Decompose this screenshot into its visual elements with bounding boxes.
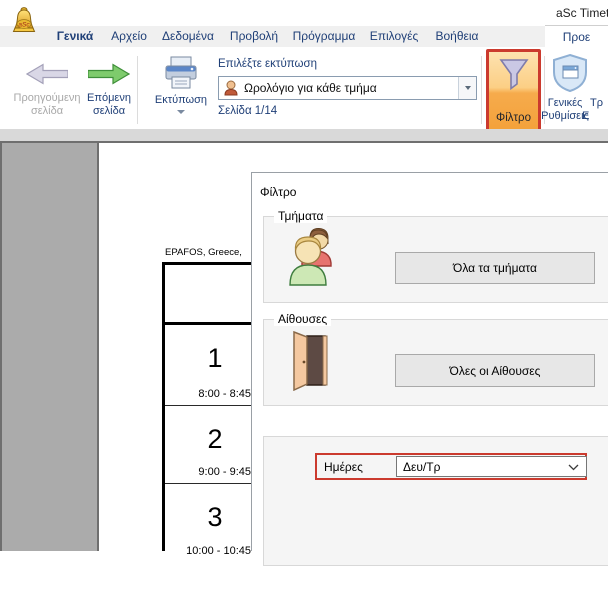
period-time: 9:00 - 9:45 xyxy=(198,466,251,478)
page-indicator: Σελίδα 1/14 xyxy=(218,105,277,117)
title-bar: aSc Timeta xyxy=(0,0,608,26)
content-left-border xyxy=(0,143,2,551)
period-row-2: 2 9:00 - 9:45 xyxy=(165,406,265,484)
filter-label: Φίλτρο xyxy=(496,112,531,124)
toolbar-separator xyxy=(481,56,482,124)
period-number: 3 xyxy=(165,484,265,533)
tab-programma[interactable]: Πρόγραμμα xyxy=(288,26,360,47)
classes-groupbox: Τμήματα Όλα τα τμήματα xyxy=(263,216,608,303)
all-classes-button[interactable]: Όλα τα τμήματα xyxy=(395,252,595,284)
days-combobox[interactable]: Δευ/Τρ xyxy=(396,456,587,477)
rooms-group-label: Αίθουσες xyxy=(274,312,331,326)
classes-people-icon xyxy=(284,223,336,290)
print-selection-value: Ωρολόγιο για κάθε τμήμα xyxy=(244,81,458,95)
print-selection-dropdown-button[interactable] xyxy=(458,77,476,99)
timetable-period-column: 1 8:00 - 8:45 2 9:00 - 9:45 3 10:00 - 10… xyxy=(165,265,265,614)
tab-genika[interactable]: Γενικά xyxy=(48,26,102,47)
days-label: Ημέρες xyxy=(324,460,363,474)
tab-voitheia[interactable]: Βοήθεια xyxy=(428,26,486,47)
print-label: Εκτύπωση xyxy=(148,94,214,107)
next-page-label: Επόμενη σελίδα xyxy=(78,92,140,118)
period-time: 8:00 - 8:45 xyxy=(198,388,251,400)
days-groupbox: Ημέρες Δευ/Τρ xyxy=(263,436,608,566)
filter-dialog-title: Φίλτρο xyxy=(260,185,296,199)
previous-page-button[interactable]: Προηγούμενη σελίδα xyxy=(12,56,82,118)
chevron-down-icon xyxy=(568,460,579,474)
rooms-groupbox: Αίθουσες Όλες οι Αίθουσες xyxy=(263,319,608,406)
filter-button[interactable]: Φίλτρο xyxy=(486,49,541,134)
tab-arxeio[interactable]: Αρχείο xyxy=(104,26,154,47)
period-number: 2 xyxy=(165,406,265,455)
period-row-1: 1 8:00 - 8:45 xyxy=(165,325,265,406)
timetable-person-icon xyxy=(224,80,238,96)
period-row-3: 3 10:00 - 10:45 xyxy=(165,484,265,614)
print-dropdown-caret-icon[interactable] xyxy=(177,110,185,114)
preview-header-text: EPAFOS, Greece, xyxy=(165,247,242,258)
previous-page-label: Προηγούμενη σελίδα xyxy=(12,92,82,118)
cutoff-toolbar-item-line2[interactable]: Ε xyxy=(582,110,589,123)
printer-icon xyxy=(148,52,214,94)
timetable-header-cell xyxy=(165,265,265,325)
next-page-arrow-icon xyxy=(78,56,140,92)
previous-page-arrow-icon xyxy=(12,56,82,92)
print-selection-combobox[interactable]: Ωρολόγιο για κάθε τμήμα xyxy=(218,76,477,100)
period-number: 1 xyxy=(165,325,265,374)
open-door-icon xyxy=(290,331,330,394)
chevron-down-icon xyxy=(465,86,471,90)
days-value: Δευ/Τρ xyxy=(403,460,568,474)
tab-epiloges[interactable]: Επιλογές xyxy=(363,26,425,47)
days-highlight-box: Ημέρες Δευ/Τρ xyxy=(315,453,587,480)
cutoff-toolbar-item-line1[interactable]: Τρ xyxy=(590,97,603,110)
asc-bell-text: aSc xyxy=(18,22,30,29)
all-rooms-button[interactable]: Όλες οι Αίθουσες xyxy=(395,354,595,387)
tab-dedomena[interactable]: Δεδομένα xyxy=(157,26,219,47)
select-print-label: Επιλέξτε εκτύπωση xyxy=(218,58,317,70)
shield-settings-icon xyxy=(552,53,588,93)
window-title: aSc Timeta xyxy=(556,6,608,20)
classes-group-label: Τμήματα xyxy=(274,209,327,223)
ribbon-bottom-strip xyxy=(0,129,608,141)
general-settings-button[interactable] xyxy=(548,53,592,96)
period-time: 10:00 - 10:45 xyxy=(186,545,251,557)
tab-preview-active[interactable]: Προε xyxy=(545,25,608,48)
filter-dialog: Φίλτρο Τμήματα Όλα τα τμήματα Αίθουσες xyxy=(251,172,608,551)
next-page-button[interactable]: Επόμενη σελίδα xyxy=(78,56,140,118)
asc-bell-app-icon[interactable]: aSc xyxy=(12,6,36,38)
tab-provoli[interactable]: Προβολή xyxy=(223,26,285,47)
funnel-filter-icon xyxy=(498,58,530,95)
toolbar-separator xyxy=(137,56,138,124)
print-button[interactable]: Εκτύπωση xyxy=(148,52,214,114)
